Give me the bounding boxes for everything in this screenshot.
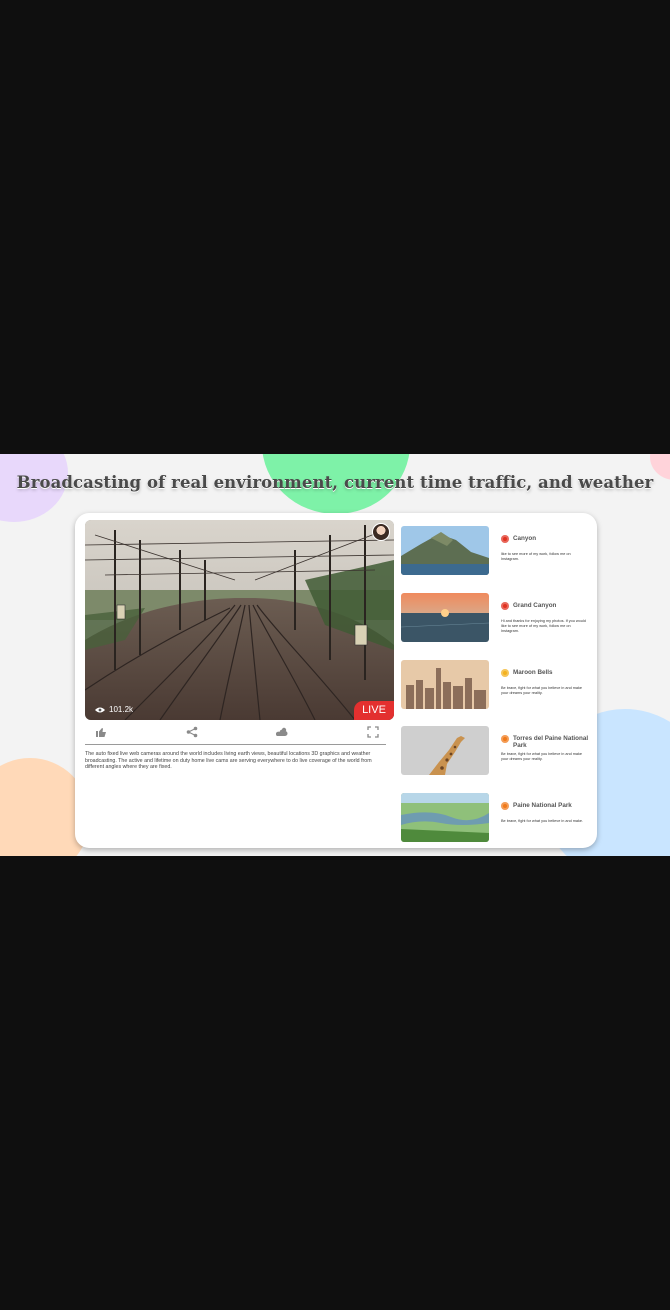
item-text: Be brave, fight for what you believe in … xyxy=(501,752,583,761)
item-title: Torres del Paine National Park xyxy=(513,735,589,749)
item-text: Be brave, fight for what you believe in … xyxy=(501,819,584,823)
stream-list-item[interactable]: Paine National Park Be brave, fight for … xyxy=(401,793,591,843)
app-mockup-card: 101.2k LIVE The auto fixed live web came… xyxy=(75,513,597,848)
live-badge: LIVE xyxy=(354,701,394,720)
view-count: 101.2k xyxy=(95,705,133,714)
player-controls xyxy=(85,725,385,739)
stream-list-item[interactable]: Torres del Paine National Park Be brave,… xyxy=(401,726,591,776)
thumbnail-coast xyxy=(401,526,489,575)
thumbnail-giraffe xyxy=(401,726,489,775)
item-text: Be brave, fight for what you believe in … xyxy=(501,686,583,695)
stream-description: The auto fixed live web cameras around t… xyxy=(85,751,372,771)
red-pin-icon xyxy=(501,602,509,610)
fullscreen-icon[interactable] xyxy=(367,725,381,739)
headline: Broadcasting of real environment, curren… xyxy=(16,473,654,492)
thumbnail-river xyxy=(401,793,489,842)
item-title: Maroon Bells xyxy=(513,669,553,676)
eye-icon xyxy=(95,707,105,712)
yellow-pin-icon xyxy=(501,669,509,677)
orange-pin-icon xyxy=(501,735,509,743)
orange-pin-icon xyxy=(501,802,509,810)
item-title: Grand Canyon xyxy=(513,602,557,609)
stream-list-item[interactable]: Grand Canyon Hi and thanks for enjoying … xyxy=(401,593,591,643)
stream-list-item[interactable]: Maroon Bells Be brave, fight for what yo… xyxy=(401,660,591,710)
thumbnail-city xyxy=(401,660,489,709)
item-text: Hi and thanks for enjoying my photos. If… xyxy=(501,619,586,633)
item-title: Canyon xyxy=(513,535,537,542)
thumbnail-sunset-sea xyxy=(401,593,489,642)
railway-scene-image xyxy=(85,520,394,720)
red-pin-icon xyxy=(501,535,509,543)
stream-list-item[interactable]: Canyon like to see more of my work, foll… xyxy=(401,526,591,576)
video-player[interactable]: 101.2k LIVE xyxy=(85,520,394,720)
view-count-value: 101.2k xyxy=(109,705,134,714)
thumbs-up-icon[interactable] xyxy=(95,725,109,739)
weather-icon[interactable] xyxy=(275,725,290,739)
item-text: like to see more of my work, follow me o… xyxy=(501,552,571,561)
promo-banner: Broadcasting of real environment, curren… xyxy=(0,454,670,856)
item-title: Paine National Park xyxy=(513,802,572,809)
streamer-avatar[interactable] xyxy=(372,523,390,541)
share-icon[interactable] xyxy=(186,725,200,739)
controls-divider xyxy=(85,744,386,745)
